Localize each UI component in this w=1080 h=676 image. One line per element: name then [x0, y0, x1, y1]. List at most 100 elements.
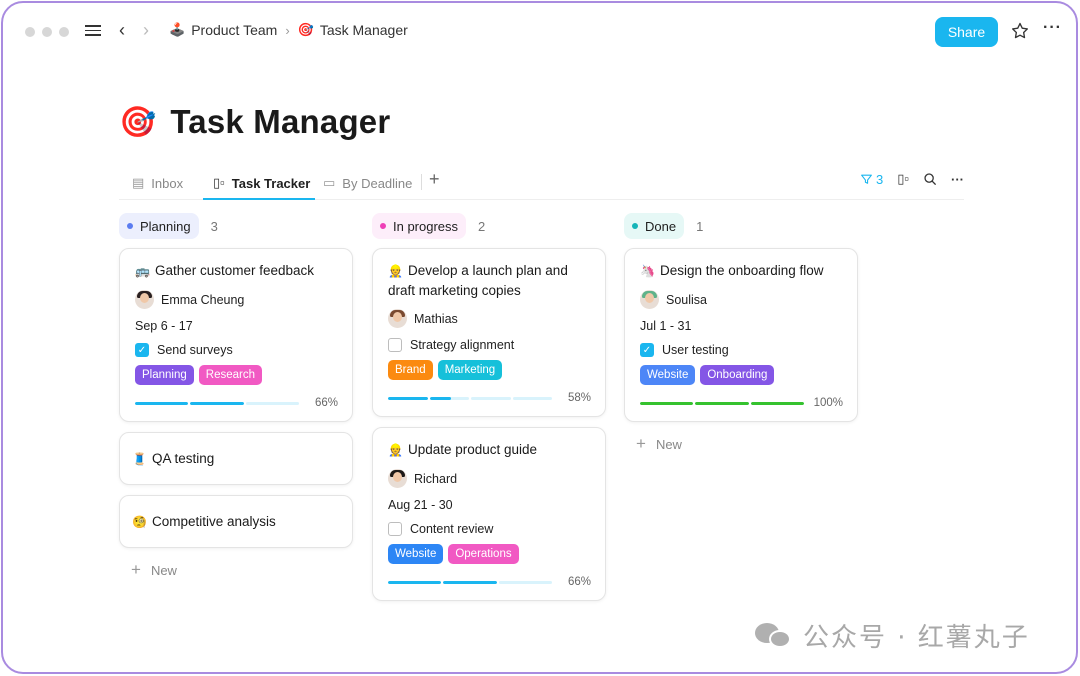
- card-title-text: Gather customer feedback: [154, 263, 315, 278]
- tag-website: Website: [388, 544, 444, 564]
- assignee: Richard: [388, 469, 591, 488]
- status-pill-in-progress[interactable]: In progress: [372, 213, 467, 239]
- share-button[interactable]: Share: [935, 17, 998, 47]
- progress-bar: [135, 401, 299, 405]
- add-card-button[interactable]: + New: [131, 560, 353, 580]
- add-card-button[interactable]: + New: [636, 434, 858, 454]
- add-view-button[interactable]: +: [429, 169, 440, 190]
- tag-list: Website Onboarding: [640, 365, 843, 385]
- card-title-text: Design the onboarding flow: [659, 263, 824, 278]
- card-title-text: QA testing: [151, 451, 215, 466]
- view-more-icon[interactable]: ···: [951, 172, 964, 187]
- watermark-text: 公众号 · 红薯丸子: [803, 623, 1030, 653]
- task-card-onboarding-flow[interactable]: 🦄 Design the onboarding flow Soulisa Jul …: [624, 248, 858, 422]
- progress-segment: [388, 580, 442, 584]
- assignee-name: Soulisa: [666, 292, 707, 307]
- window-controls: [25, 27, 69, 37]
- breadcrumb-product-team[interactable]: Product Team: [191, 22, 277, 38]
- status-pill-planning[interactable]: Planning: [119, 213, 199, 239]
- task-card-competitive-analysis[interactable]: 🧐 Competitive analysis: [119, 495, 353, 548]
- construction-worker-icon: 👷: [388, 264, 403, 278]
- star-icon[interactable]: [1010, 21, 1030, 41]
- checklist-label: Send surveys: [157, 343, 233, 357]
- target-icon: 🎯: [297, 22, 314, 37]
- top-bar: ‹ › 🕹️ Product Team › 🎯 Task Manager Sha…: [3, 3, 1076, 59]
- page-title: Task Manager: [170, 103, 391, 140]
- tag-planning: Planning: [135, 365, 194, 385]
- avatar: [388, 309, 407, 328]
- tab-inbox[interactable]: ▤ Inbox: [132, 172, 183, 194]
- progress-segment: [245, 401, 299, 405]
- checklist-item[interactable]: Content review: [388, 522, 591, 536]
- progress-percent: 66%: [314, 397, 338, 409]
- checklist-item[interactable]: ✓ Send surveys: [135, 343, 338, 357]
- card-title: 🦄 Design the onboarding flow: [640, 261, 843, 281]
- plus-icon: +: [131, 560, 141, 579]
- card-title-text: Update product guide: [407, 442, 538, 457]
- column-title: Done: [645, 218, 677, 234]
- checkbox-unchecked-icon[interactable]: [388, 522, 402, 536]
- progress-segment: [498, 580, 552, 584]
- checklist-item[interactable]: Strategy alignment: [388, 338, 591, 352]
- search-icon[interactable]: [923, 172, 937, 186]
- task-card-launch-plan[interactable]: 👷 Develop a launch plan and draft marketi…: [372, 248, 606, 417]
- window-minimize-dot[interactable]: [42, 27, 52, 37]
- date-range: Sep 6 - 17: [135, 319, 193, 333]
- checkbox-checked-icon[interactable]: ✓: [135, 343, 149, 357]
- status-pill-done[interactable]: Done: [624, 213, 685, 239]
- new-label: New: [655, 436, 682, 452]
- progress: 66%: [388, 576, 591, 588]
- target-icon: 🎯: [119, 105, 157, 139]
- progress-segment: [750, 401, 804, 405]
- more-options-icon[interactable]: ···: [1043, 19, 1062, 37]
- task-card-qa-testing[interactable]: 🧵 QA testing: [119, 432, 353, 485]
- window-maximize-dot[interactable]: [59, 27, 69, 37]
- task-card-product-guide[interactable]: 👷 Update product guide Richard Aug 21 - 3…: [372, 427, 606, 601]
- checklist-item[interactable]: ✓ User testing: [640, 343, 843, 357]
- back-arrow-icon[interactable]: ‹: [119, 20, 125, 41]
- assignee: Emma Cheung: [135, 290, 338, 309]
- progress-segment: [190, 401, 244, 405]
- status-dot: [380, 223, 386, 229]
- tag-operations: Operations: [448, 544, 519, 564]
- bus-icon: 🚌: [135, 264, 150, 278]
- active-tab-indicator: [203, 198, 315, 200]
- assignee-name: Mathias: [414, 311, 458, 326]
- checkbox-unchecked-icon[interactable]: [388, 338, 402, 352]
- joystick-icon: 🕹️: [169, 22, 186, 37]
- progress-segment: [640, 401, 694, 405]
- tag-list: Website Operations: [388, 544, 591, 564]
- group-by-icon[interactable]: ▯▫: [897, 171, 909, 187]
- card-title: 👷 Develop a launch plan and draft marketi…: [388, 261, 591, 300]
- window-close-dot[interactable]: [25, 27, 35, 37]
- progress-bar: [640, 401, 804, 405]
- date-range: Jul 1 - 31: [640, 319, 692, 333]
- tab-label: Task Tracker: [231, 175, 311, 191]
- tab-task-tracker[interactable]: ▯▫ Task Tracker: [213, 172, 310, 194]
- forward-arrow-icon[interactable]: ›: [143, 20, 149, 41]
- wechat-icon: [755, 621, 795, 651]
- card-title: 🚌 Gather customer feedback: [135, 261, 338, 281]
- view-toolbar: 3 ▯▫ ···: [860, 171, 964, 187]
- checklist-label: User testing: [662, 343, 729, 357]
- status-dot: [632, 223, 638, 229]
- checkbox-checked-icon[interactable]: ✓: [640, 343, 654, 357]
- column-count: 3: [210, 218, 218, 234]
- tag-marketing: Marketing: [437, 360, 503, 380]
- card-title-text: Competitive analysis: [151, 514, 276, 529]
- tag-list: Planning Research: [135, 365, 338, 385]
- unicorn-icon: 🦄: [640, 264, 655, 278]
- filter-button[interactable]: 3: [860, 172, 883, 187]
- assignee: Mathias: [388, 309, 591, 328]
- tab-by-deadline[interactable]: ▭ By Deadline: [323, 172, 412, 194]
- assignee-name: Emma Cheung: [161, 292, 245, 307]
- breadcrumb-task-manager[interactable]: Task Manager: [320, 22, 408, 38]
- task-card-gather-feedback[interactable]: 🚌 Gather customer feedback Emma Cheung Se…: [119, 248, 353, 422]
- progress: 66%: [135, 397, 338, 409]
- breadcrumb: 🕹️ Product Team › 🎯 Task Manager: [169, 22, 408, 38]
- app-window: ‹ › 🕹️ Product Team › 🎯 Task Manager Sha…: [1, 1, 1078, 674]
- hamburger-menu-icon[interactable]: [85, 22, 101, 38]
- tab-label: By Deadline: [342, 175, 413, 191]
- status-dot: [127, 223, 133, 229]
- new-label: New: [150, 562, 177, 578]
